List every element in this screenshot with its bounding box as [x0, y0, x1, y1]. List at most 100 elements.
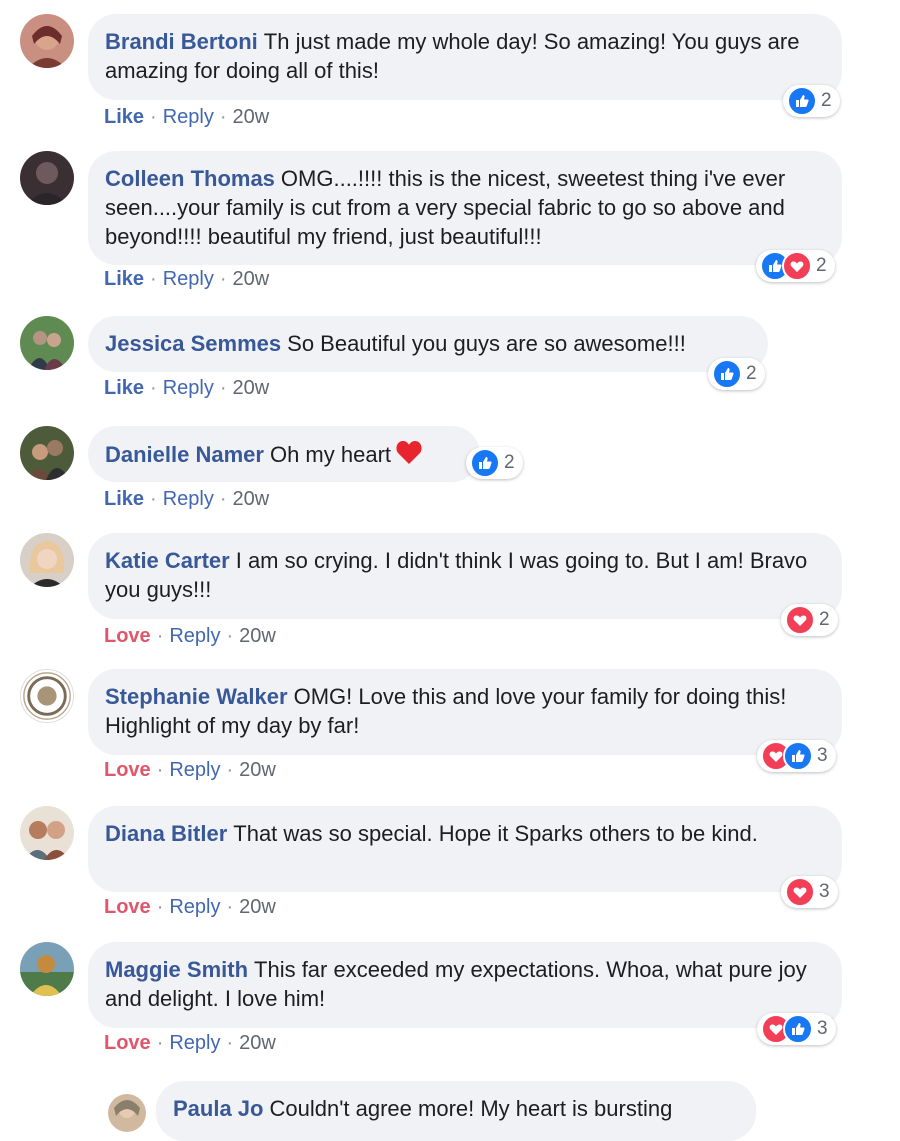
- comment-actions: Love · Reply · 20w: [104, 896, 276, 919]
- separator: ·: [219, 377, 227, 399]
- separator: ·: [156, 896, 164, 918]
- comment-timestamp[interactable]: 20w: [239, 625, 276, 647]
- comment-timestamp[interactable]: 20w: [239, 1032, 276, 1054]
- avatar-image: [20, 316, 74, 370]
- reaction-summary[interactable]: 2: [708, 358, 765, 390]
- comment-author[interactable]: Diana Bitler: [105, 821, 227, 846]
- reaction-summary[interactable]: 2: [466, 447, 523, 479]
- separator: ·: [150, 106, 157, 128]
- reaction-count: 2: [816, 255, 827, 276]
- comment-actions: Like · Reply · 20w: [104, 377, 269, 400]
- love-button[interactable]: Love: [104, 625, 151, 647]
- reaction-count: 2: [504, 452, 515, 473]
- avatar-image: [20, 151, 74, 205]
- reply-button[interactable]: Reply: [169, 625, 220, 647]
- comment-actions: Like · Reply · 20w: [104, 106, 269, 129]
- comment-actions: Like · Reply · 20w: [104, 488, 269, 511]
- red-heart-emoji-icon: [395, 439, 423, 472]
- like-button[interactable]: Like: [104, 488, 144, 510]
- reaction-summary[interactable]: 3: [757, 1013, 836, 1045]
- comment-actions: Love · Reply · 20w: [104, 625, 276, 648]
- comment-timestamp[interactable]: 20w: [233, 488, 270, 510]
- reaction-count: 2: [819, 609, 830, 630]
- like-reaction-icon: [783, 1014, 813, 1044]
- avatar[interactable]: [20, 533, 74, 587]
- comment-author[interactable]: Paula Jo: [173, 1096, 263, 1121]
- comment-author[interactable]: Danielle Namer: [105, 442, 264, 467]
- avatar[interactable]: [20, 14, 74, 68]
- love-button[interactable]: Love: [104, 759, 151, 781]
- comment-timestamp[interactable]: 20w: [233, 106, 270, 128]
- reply-button[interactable]: Reply: [169, 896, 220, 918]
- comment-bubble: Colleen Thomas OMG....!!!! this is the ni…: [88, 151, 842, 265]
- comment-actions: Love · Reply · 20w: [104, 1032, 276, 1055]
- comment-bubble: Danielle Namer Oh my heart: [88, 426, 480, 482]
- love-button[interactable]: Love: [104, 896, 151, 918]
- like-button[interactable]: Like: [104, 106, 144, 128]
- comment-timestamp[interactable]: 20w: [233, 377, 270, 399]
- comment-timestamp[interactable]: 20w: [233, 268, 270, 290]
- like-button[interactable]: Like: [104, 268, 144, 290]
- avatar[interactable]: [20, 426, 74, 480]
- comment-author[interactable]: Jessica Semmes: [105, 331, 281, 356]
- avatar[interactable]: [20, 942, 74, 996]
- reaction-count: 3: [817, 1018, 828, 1039]
- avatar[interactable]: [20, 806, 74, 860]
- reaction-count: 2: [746, 363, 757, 384]
- reply-button[interactable]: Reply: [163, 377, 214, 399]
- reply-button[interactable]: Reply: [169, 1032, 220, 1054]
- avatar[interactable]: [20, 669, 74, 723]
- separator: ·: [226, 896, 234, 918]
- reply-button[interactable]: Reply: [169, 759, 220, 781]
- separator: ·: [226, 759, 234, 781]
- comment-bubble: Stephanie Walker OMG! Love this and love …: [88, 669, 842, 755]
- reply-button[interactable]: Reply: [163, 268, 214, 290]
- comment-actions: Love · Reply · 20w: [104, 759, 276, 782]
- avatar-image: [108, 1094, 146, 1132]
- comment-actions: Like · Reply · 20w: [104, 268, 269, 291]
- separator: ·: [226, 1032, 234, 1054]
- avatar[interactable]: [20, 151, 74, 205]
- comment-bubble: Katie Carter I am so crying. I didn't thi…: [88, 533, 842, 619]
- comment-author[interactable]: Brandi Bertoni: [105, 29, 258, 54]
- avatar-image: [20, 942, 74, 996]
- reaction-summary[interactable]: 3: [757, 740, 836, 772]
- comment-timestamp[interactable]: 20w: [239, 896, 276, 918]
- reply-button[interactable]: Reply: [163, 106, 214, 128]
- comment-bubble: Diana Bitler That was so special. Hope it…: [88, 806, 842, 892]
- reaction-summary[interactable]: 2: [783, 85, 840, 117]
- separator: ·: [226, 625, 234, 647]
- separator: ·: [150, 377, 157, 399]
- reaction-count: 3: [819, 881, 830, 902]
- separator: ·: [219, 268, 227, 290]
- separator: ·: [156, 1032, 164, 1054]
- love-reaction-icon: [785, 877, 815, 907]
- comment-author[interactable]: Katie Carter: [105, 548, 230, 573]
- comment-author[interactable]: Stephanie Walker: [105, 684, 288, 709]
- avatar[interactable]: [20, 316, 74, 370]
- comment-bubble: Brandi Bertoni Th just made my whole day!…: [88, 14, 842, 100]
- comment-text: Oh my heart: [269, 442, 392, 467]
- love-button[interactable]: Love: [104, 1032, 151, 1054]
- reaction-summary[interactable]: 3: [781, 876, 838, 908]
- comment-timestamp[interactable]: 20w: [239, 759, 276, 781]
- reply-button[interactable]: Reply: [163, 488, 214, 510]
- love-reaction-icon: [785, 605, 815, 635]
- like-reaction-icon: [783, 741, 813, 771]
- separator: ·: [219, 488, 227, 510]
- reaction-summary[interactable]: 2: [756, 250, 835, 282]
- separator: ·: [156, 625, 164, 647]
- comment-text: That was so special. Hope it Sparks othe…: [233, 821, 758, 846]
- separator: ·: [156, 759, 164, 781]
- like-button[interactable]: Like: [104, 377, 144, 399]
- avatar-image: [21, 670, 73, 722]
- comment-author[interactable]: Maggie Smith: [105, 957, 248, 982]
- avatar-image: [20, 14, 74, 68]
- separator: ·: [150, 488, 157, 510]
- reaction-summary[interactable]: 2: [781, 604, 838, 636]
- like-reaction-icon: [712, 359, 742, 389]
- reaction-count: 3: [817, 745, 828, 766]
- comment-author[interactable]: Colleen Thomas: [105, 166, 275, 191]
- comment-bubble: Paula Jo Couldn't agree more! My heart is…: [156, 1081, 756, 1141]
- avatar[interactable]: [108, 1094, 146, 1132]
